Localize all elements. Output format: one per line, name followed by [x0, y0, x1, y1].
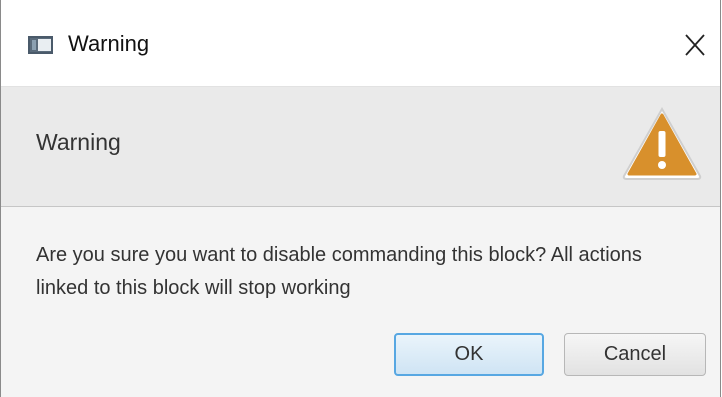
close-icon [685, 34, 705, 56]
ok-button[interactable]: OK [394, 333, 544, 376]
cancel-button[interactable]: Cancel [564, 333, 706, 376]
dialog-header: Warning [1, 86, 720, 207]
warning-triangle-icon [620, 104, 704, 182]
header-text: Warning [36, 129, 121, 155]
window-title: Warning [68, 31, 150, 56]
window-app-icon [28, 36, 53, 54]
dialog-message: Are you sure you want to disable command… [36, 244, 642, 299]
warning-dialog: Warning Warning Are you sure you want to… [0, 0, 721, 397]
title-bar[interactable]: Warning [1, 0, 720, 86]
close-button[interactable] [677, 27, 713, 63]
